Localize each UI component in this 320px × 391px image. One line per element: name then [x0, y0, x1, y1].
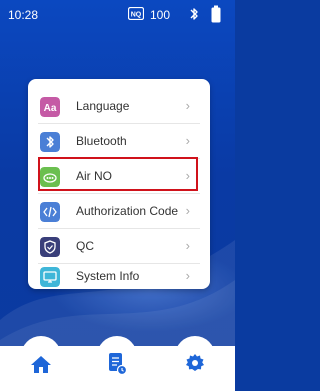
settings-icon[interactable]: [185, 353, 205, 373]
menu-item-system-info[interactable]: System Info ›: [28, 264, 210, 289]
menu-item-label: Bluetooth: [76, 134, 127, 148]
status-time: 10:28: [8, 8, 39, 22]
menu-item-language[interactable]: Aa Language ›: [28, 89, 210, 123]
shield-icon: [40, 237, 60, 257]
home-icon[interactable]: [30, 354, 52, 374]
chevron-right-icon: ›: [185, 98, 190, 113]
battery-percent: 100: [150, 8, 171, 22]
menu-item-label: Language: [76, 99, 130, 113]
records-icon[interactable]: [107, 352, 127, 376]
chevron-right-icon: ›: [185, 203, 190, 218]
menu-item-bluetooth[interactable]: Bluetooth ›: [28, 124, 210, 158]
chevron-right-icon: ›: [185, 238, 190, 253]
chevron-right-icon: ›: [185, 268, 190, 283]
battery-icon: [211, 5, 221, 23]
status-bar: 10:28 NQ 100: [0, 0, 235, 30]
bluetooth-icon: [40, 132, 60, 152]
language-icon: Aa: [40, 97, 60, 117]
chevron-right-icon: ›: [185, 133, 190, 148]
highlight-box: [38, 157, 198, 191]
svg-text:NQ: NQ: [131, 12, 142, 19]
menu-item-label: QC: [76, 239, 94, 253]
nq-icon: NQ: [128, 7, 144, 20]
code-icon: [40, 202, 60, 222]
menu-item-label: Authorization Code: [76, 204, 179, 218]
svg-text:Aa: Aa: [44, 103, 57, 114]
bluetooth-icon: [190, 8, 198, 20]
menu-item-authorization-code[interactable]: Authorization Code ›: [28, 194, 210, 228]
menu-item-qc[interactable]: QC ›: [28, 229, 210, 263]
menu-item-label: System Info: [76, 269, 140, 283]
system-info-icon: [40, 267, 60, 287]
